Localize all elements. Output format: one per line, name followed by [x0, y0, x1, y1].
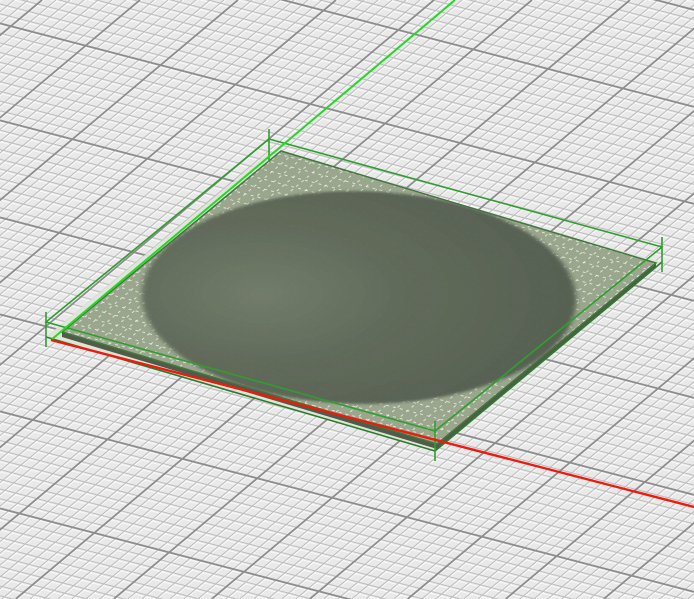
- viewport[interactable]: [0, 0, 694, 599]
- viewport-canvas[interactable]: [0, 0, 694, 599]
